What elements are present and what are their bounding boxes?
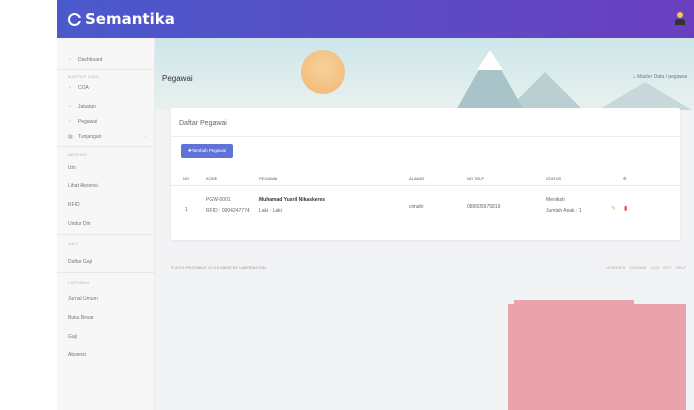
brand-logo[interactable]: Semantika (68, 10, 175, 28)
column-header-pegawai: PEGAWAI (259, 176, 278, 181)
mountain-illustration (595, 82, 694, 110)
cell-alamat: cimahi (409, 204, 424, 210)
chevron-right-icon: › (144, 134, 146, 140)
cell-jumlah-anak: Jumlah Anak : 1 (546, 208, 582, 214)
sidebar-item-lihat-absensi[interactable]: Lihat Absensi (68, 183, 98, 189)
mountain-snowcap (477, 50, 503, 70)
column-header-status: STATUS (546, 176, 562, 181)
cell-no: 1 (185, 207, 188, 213)
page: Semantika ◔ Dashboard MASTER DATA ◔ COA ◔ J… (0, 0, 694, 410)
sidebar-item-gaji[interactable]: Gaji (68, 334, 77, 340)
sidebar-divider (57, 272, 155, 273)
card-divider (171, 136, 680, 137)
sidebar-item-daftar-gaji[interactable]: Daftar Gaji (68, 259, 92, 265)
cell-nama: Muhamad Yusril Nikaskeres (259, 197, 326, 203)
sidebar-heading-absensi: ABSENSI (68, 152, 88, 157)
column-header-alamat: ALAMAT (409, 176, 425, 181)
dashboard-icon: ◔ (68, 57, 72, 63)
sidebar-heading-master: MASTER DATA (68, 74, 100, 79)
sidebar: ◔ Dashboard MASTER DATA ◔ COA ◔ Jabatan ◔ Pe… (57, 38, 155, 410)
column-header-kode: KODE (206, 176, 218, 181)
sidebar-item-rfid[interactable]: RFID (68, 202, 80, 208)
sidebar-heading-gaji: GAJI (68, 241, 79, 246)
sidebar-divider (57, 69, 155, 70)
sidebar-divider (57, 146, 155, 147)
pegawai-icon: ◔ (68, 119, 72, 125)
table-header-divider (171, 185, 680, 186)
cell-telp: 089505975819 (467, 204, 501, 210)
brand-name: Semantika (85, 10, 175, 28)
user-avatar-icon[interactable] (675, 12, 685, 25)
cell-status: Menikah (546, 197, 565, 203)
cell-kode: PGW-0001 (206, 197, 231, 203)
add-pegawai-button[interactable]: ✚Tambah Pegawai (181, 144, 233, 158)
footer-links[interactable]: LICENSES CHANGE LOG GET HELP (606, 265, 686, 270)
pencil-icon[interactable]: ✎ (611, 205, 616, 212)
header-banner: Pegawai ⌂ Master Data / pegawai (155, 38, 694, 110)
sidebar-item-coa[interactable]: ◔ COA (68, 85, 89, 91)
gear-icon: ⚙ (623, 176, 627, 181)
pegawai-card: Daftar Pegawai ✚Tambah Pegawai NO KODE P… (171, 108, 680, 240)
sidebar-item-pegawai[interactable]: ◔ Pegawai (68, 119, 97, 125)
trash-icon[interactable]: ▮ (624, 205, 627, 212)
sidebar-heading-laporan: LAPORAN (68, 280, 90, 285)
sidebar-item-izin[interactable]: Izin (68, 165, 76, 171)
tunjangan-icon: ▦ (68, 134, 73, 140)
sun-illustration (301, 50, 345, 94)
footer-copyright: © 2019 FRISTABLE V1.0.0 MADE BY LABORACI… (171, 265, 266, 270)
sidebar-item-undur-diri[interactable]: Undur Diri (68, 221, 91, 227)
sidebar-divider (57, 234, 155, 235)
sidebar-item-jurnal-umum[interactable]: Jurnal Umum (68, 296, 98, 302)
breadcrumb[interactable]: ⌂ Master Data / pegawai (633, 74, 687, 80)
page-title: Pegawai (162, 74, 193, 83)
sidebar-item-buku-besar[interactable]: Buku Besar (68, 315, 94, 321)
overlay-block (508, 300, 686, 410)
sidebar-item-absensi[interactable]: Absensi (68, 352, 86, 358)
cell-rfid: RFID : 0004247774 (206, 208, 250, 214)
coa-icon: ◔ (68, 85, 72, 91)
sidebar-item-tunjangan[interactable]: ▦ Tunjangan (68, 134, 101, 140)
column-header-telp: NO TELP (467, 176, 485, 181)
sidebar-item-jabatan[interactable]: ◔ Jabatan (68, 104, 96, 110)
cell-jenis-kelamin: Laki - Laki (259, 208, 282, 214)
sidebar-item-dashboard[interactable]: ◔ Dashboard (68, 57, 102, 63)
column-header-no: NO (183, 176, 189, 181)
card-title: Daftar Pegawai (179, 120, 227, 127)
jabatan-icon: ◔ (68, 104, 72, 110)
top-navbar: Semantika (57, 0, 694, 38)
c-logo-icon (68, 12, 81, 26)
